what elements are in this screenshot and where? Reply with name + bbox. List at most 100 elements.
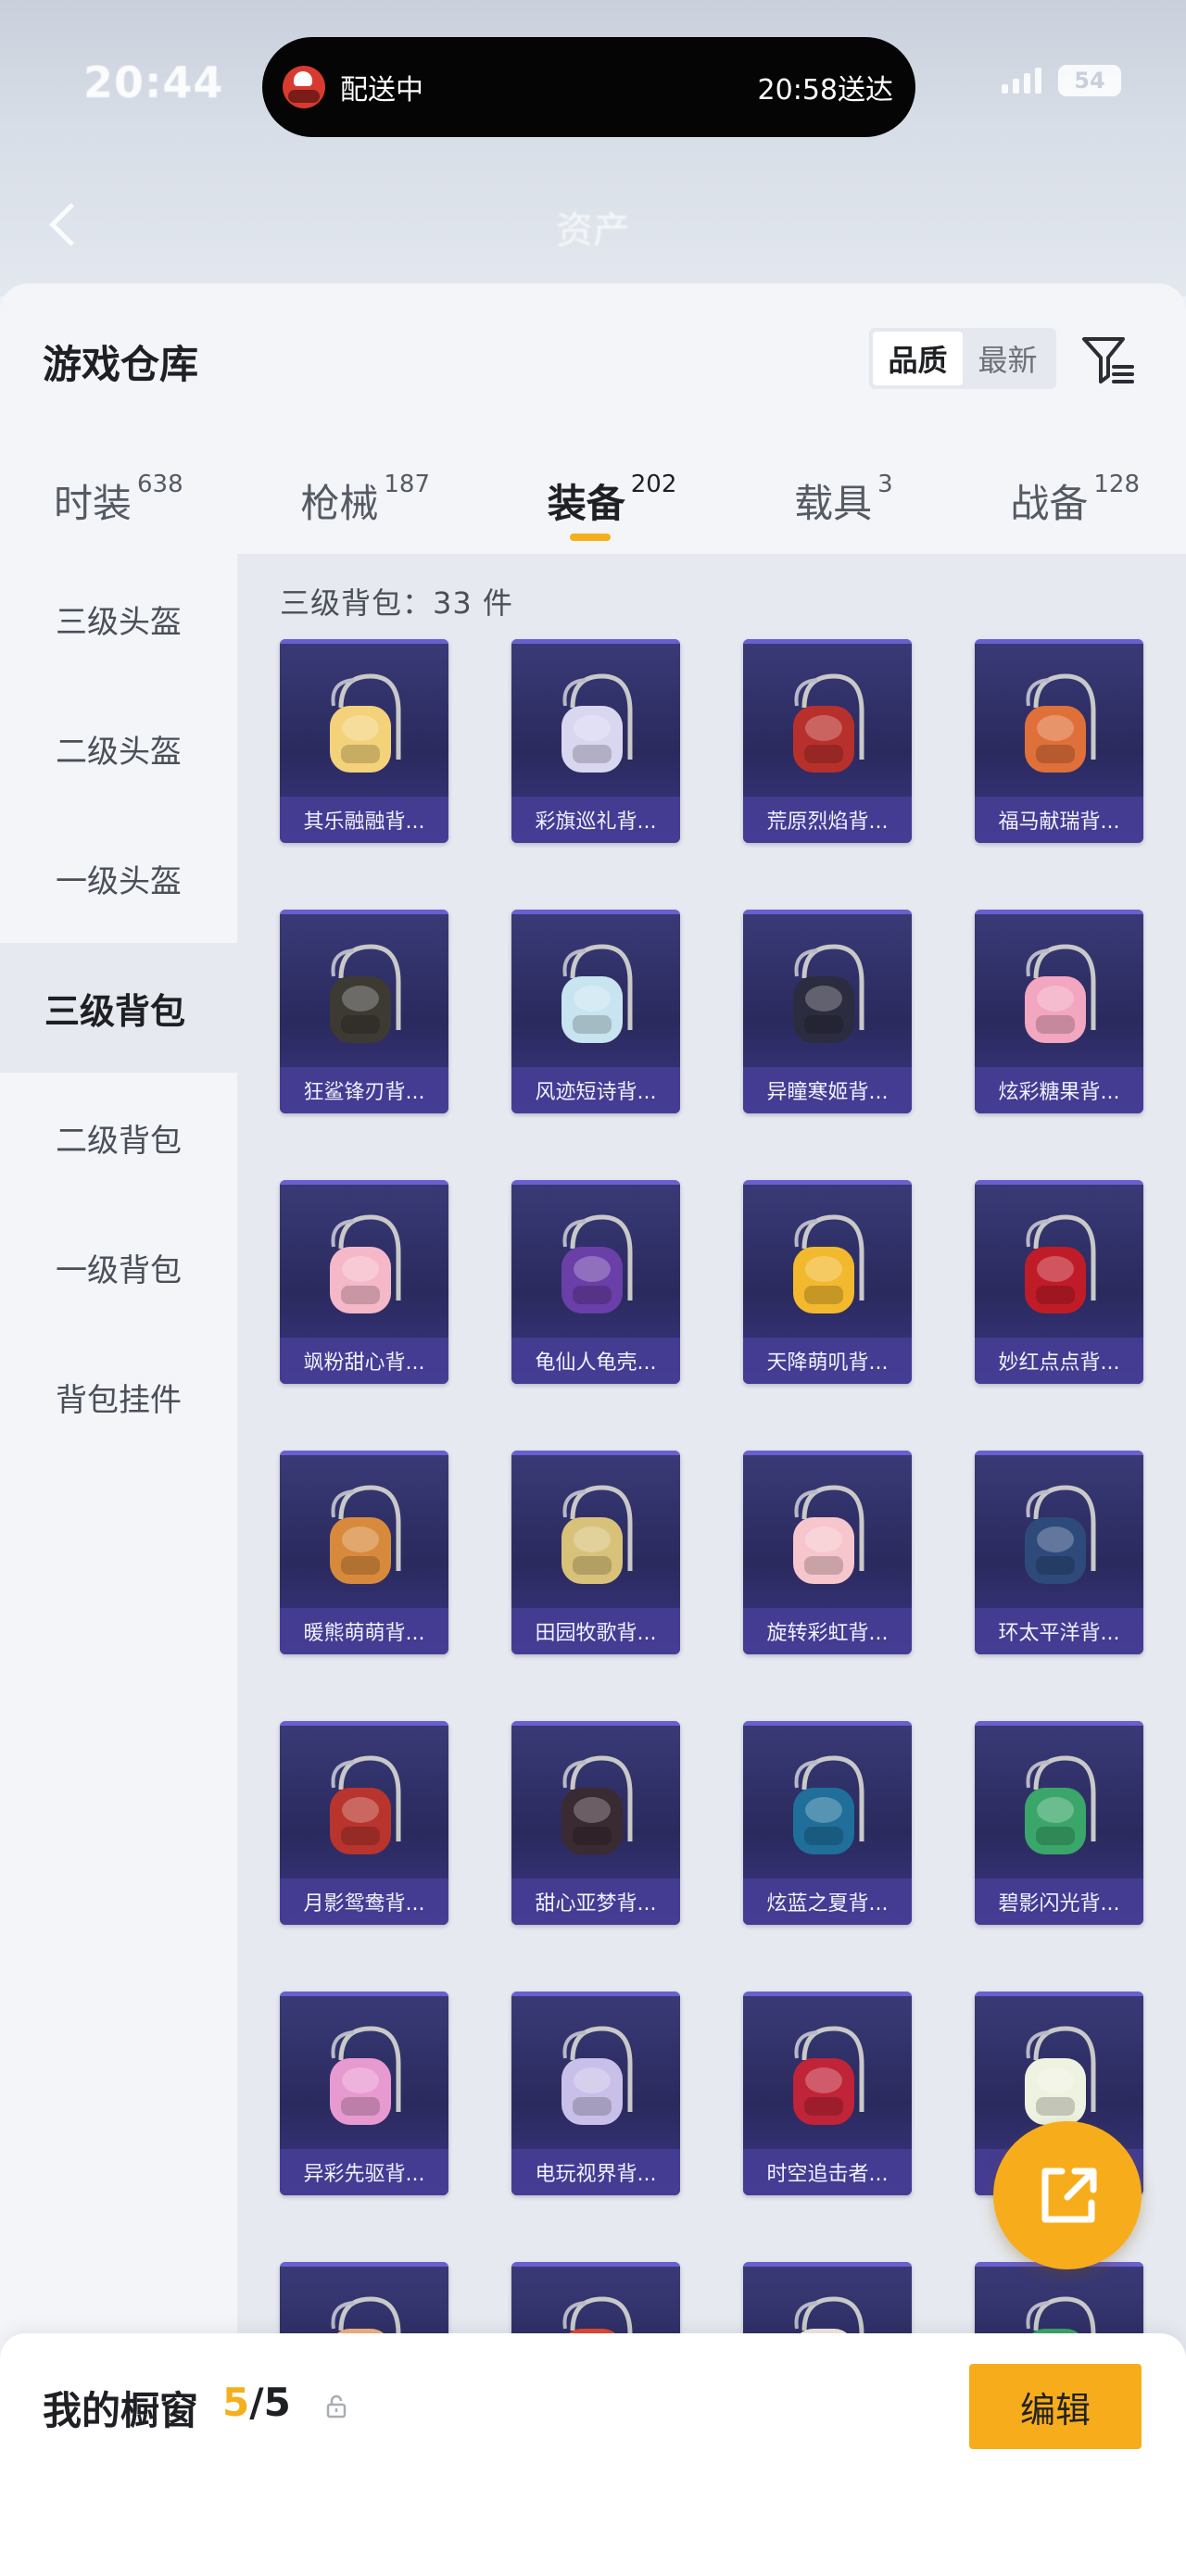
item-card[interactable]: 飒粉甜心背... xyxy=(280,1180,448,1384)
showcase-label: 我的橱窗 xyxy=(43,2388,199,2433)
item-name: 电玩视界背... xyxy=(511,2149,680,2195)
category-tabs: 时装 638 枪械 187 装备 202 载具 3 战备 128 xyxy=(0,459,1186,561)
backpack-icon xyxy=(313,2023,415,2143)
item-card[interactable]: 天降萌叽背... xyxy=(743,1180,912,1384)
item-card[interactable]: 妙红点点背... xyxy=(975,1180,1143,1384)
sidebar-item-helmet-lv3[interactable]: 三级头盔 xyxy=(0,554,237,684)
item-name: 田园牧歌背... xyxy=(511,1608,680,1654)
showcase-max: 5 xyxy=(263,2380,291,2425)
sidebar-item-backpack-lv2[interactable]: 二级背包 xyxy=(0,1073,237,1202)
backpack-icon xyxy=(1008,671,1110,791)
share-icon xyxy=(1041,2168,1097,2223)
sort-toggle: 品质 最新 xyxy=(869,328,1056,389)
backpack-icon xyxy=(776,1482,878,1602)
item-name: 狂鲨锋刃背... xyxy=(280,1067,448,1113)
backpack-icon xyxy=(776,1753,878,1873)
status-indicators: 54 xyxy=(1002,65,1121,96)
tab-label: 载具 xyxy=(794,481,873,526)
tab-weapons[interactable]: 枪械 187 xyxy=(300,459,430,561)
item-card[interactable]: 月影鸳鸯背... xyxy=(280,1721,448,1925)
item-name: 甜心亚梦背... xyxy=(511,1879,680,1925)
item-name: 碧影闪光背... xyxy=(975,1879,1143,1925)
tab-count: 3 xyxy=(877,471,893,498)
filter-icon[interactable] xyxy=(1079,332,1136,389)
backpack-icon xyxy=(545,671,647,791)
item-card[interactable]: 旋转彩虹背... xyxy=(743,1451,912,1654)
sort-option-quality[interactable]: 品质 xyxy=(873,332,963,385)
item-card[interactable]: 暖熊萌萌背... xyxy=(280,1451,448,1654)
item-card[interactable]: 碧影闪光背... xyxy=(975,1721,1143,1925)
backpack-icon xyxy=(313,1482,415,1602)
item-name: 荒原烈焰背... xyxy=(743,797,912,843)
tab-label: 战备 xyxy=(1010,481,1089,526)
item-card[interactable]: 电玩视界背... xyxy=(511,1992,680,2195)
tab-count: 128 xyxy=(1093,471,1140,498)
backpack-icon xyxy=(1008,1212,1110,1332)
status-time: 20:44 xyxy=(83,57,224,107)
item-name: 其乐融融背... xyxy=(280,797,448,843)
item-card[interactable]: 福马献瑞背... xyxy=(975,639,1143,843)
item-card[interactable]: 甜心亚梦背... xyxy=(511,1721,680,1925)
backpack-icon xyxy=(545,1482,647,1602)
tab-label: 装备 xyxy=(547,481,625,526)
page-title: 资产 xyxy=(556,209,630,252)
showcase-bar: 我的橱窗 5/5 编辑 xyxy=(0,2333,1186,2576)
lock-icon[interactable] xyxy=(324,2394,348,2419)
backpack-icon xyxy=(1008,1482,1110,1602)
tab-gear[interactable]: 战备 128 xyxy=(1010,459,1140,561)
item-card[interactable]: 环太平洋背... xyxy=(975,1451,1143,1654)
backpack-icon xyxy=(545,2023,647,2143)
item-name: 暖熊萌萌背... xyxy=(280,1608,448,1654)
backpack-icon xyxy=(776,941,878,1062)
item-card[interactable]: 时空追击者... xyxy=(743,1992,912,2195)
backpack-icon xyxy=(1008,1753,1110,1873)
showcase-separator: / xyxy=(249,2380,264,2425)
sidebar-item-backpack-lv3[interactable]: 三级背包 xyxy=(0,943,237,1073)
showcase-current: 5 xyxy=(222,2380,250,2425)
signal-icon xyxy=(1002,68,1041,94)
tab-label: 枪械 xyxy=(300,481,379,526)
item-card[interactable]: 异瞳寒姬背... xyxy=(743,910,912,1113)
item-card[interactable]: 狂鲨锋刃背... xyxy=(280,910,448,1113)
tab-count: 187 xyxy=(384,471,431,498)
tab-fashion[interactable]: 时装 638 xyxy=(54,459,183,561)
delivery-rider-icon xyxy=(283,66,325,108)
showcase-count: 5/5 xyxy=(222,2380,291,2425)
sidebar-item-backpack-lv1[interactable]: 一级背包 xyxy=(0,1202,237,1332)
item-name: 异彩先驱背... xyxy=(280,2149,448,2195)
item-card[interactable]: 炫蓝之夏背... xyxy=(743,1721,912,1925)
backpack-icon xyxy=(545,941,647,1062)
item-card[interactable]: 龟仙人龟壳... xyxy=(511,1180,680,1384)
item-card[interactable]: 其乐融融背... xyxy=(280,639,448,843)
backpack-icon xyxy=(313,671,415,791)
sidebar-item-backpack-charm[interactable]: 背包挂件 xyxy=(0,1332,237,1462)
item-name: 彩旗巡礼背... xyxy=(511,797,680,843)
item-name: 妙红点点背... xyxy=(975,1338,1143,1384)
item-card[interactable]: 异彩先驱背... xyxy=(280,1992,448,2195)
item-card[interactable]: 炫彩糖果背... xyxy=(975,910,1143,1113)
share-button[interactable] xyxy=(993,2121,1142,2269)
backpack-icon xyxy=(776,1212,878,1332)
item-name: 飒粉甜心背... xyxy=(280,1338,448,1384)
tab-equipment[interactable]: 装备 202 xyxy=(547,459,676,561)
item-name: 环太平洋背... xyxy=(975,1608,1143,1654)
backpack-icon xyxy=(313,1212,415,1332)
backpack-icon xyxy=(545,1212,647,1332)
backpack-icon xyxy=(776,671,878,791)
item-card[interactable]: 彩旗巡礼背... xyxy=(511,639,680,843)
sidebar-item-helmet-lv1[interactable]: 一级头盔 xyxy=(0,813,237,943)
sort-option-latest[interactable]: 最新 xyxy=(963,332,1053,385)
item-card[interactable]: 风迹短诗背... xyxy=(511,910,680,1113)
item-card[interactable]: 荒原烈焰背... xyxy=(743,639,912,843)
item-name: 福马献瑞背... xyxy=(975,797,1143,843)
backpack-icon xyxy=(1008,941,1110,1062)
delivery-live-activity[interactable]: 配送中 20:58送达 xyxy=(262,37,915,137)
item-name: 风迹短诗背... xyxy=(511,1067,680,1113)
item-list: 三级背包：33 件 其乐融融背... 彩旗巡礼背... 荒原烈焰背... 福马献瑞背.… xyxy=(237,554,1186,2576)
item-card[interactable]: 田园牧歌背... xyxy=(511,1451,680,1654)
edit-button[interactable]: 编辑 xyxy=(969,2364,1142,2449)
sidebar-item-helmet-lv2[interactable]: 二级头盔 xyxy=(0,684,237,813)
tab-vehicles[interactable]: 载具 3 xyxy=(794,459,893,561)
backpack-icon xyxy=(313,1753,415,1873)
delivery-eta: 20:58送达 xyxy=(757,74,893,107)
